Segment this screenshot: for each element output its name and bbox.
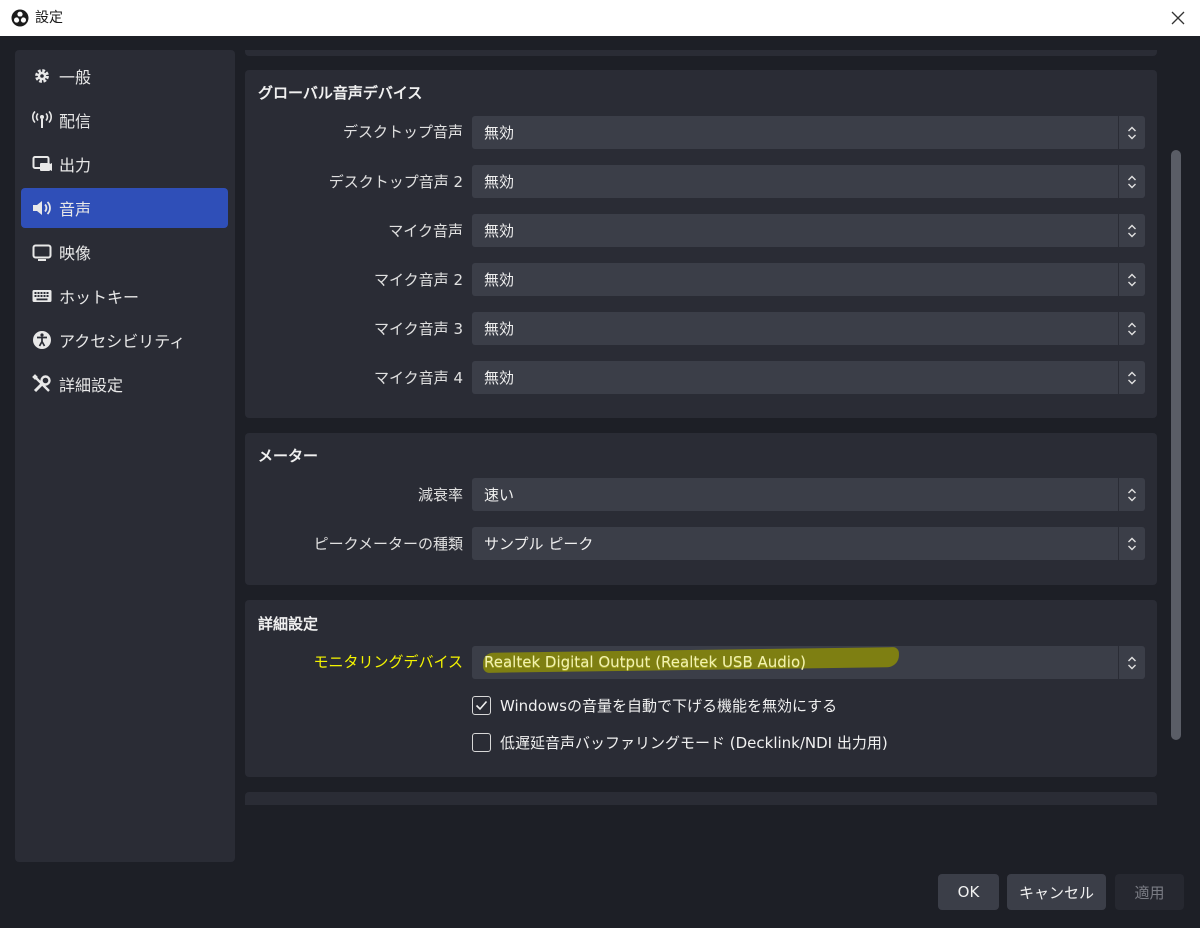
- sidebar-item-label: 映像: [59, 244, 92, 263]
- field-label: マイク音声 3: [373, 320, 463, 338]
- chevron-updown-icon: [1118, 646, 1145, 679]
- next-group: [245, 792, 1157, 805]
- chevron-updown-icon: [1118, 312, 1145, 345]
- sidebar-item-hotkeys[interactable]: ホットキー: [21, 276, 228, 316]
- field-label: 減衰率: [417, 486, 463, 504]
- field-label: デスクトップ音声: [342, 123, 463, 141]
- window-title: 設定: [35, 10, 63, 26]
- chevron-updown-icon: [1118, 527, 1145, 560]
- monitoring-device-value: Realtek Digital Output (Realtek USB Audi…: [484, 653, 806, 671]
- mic-audio-select[interactable]: 無効: [472, 214, 1145, 247]
- sidebar-item-accessibility[interactable]: アクセシビリティ: [21, 320, 228, 360]
- output-icon: [31, 153, 53, 175]
- sidebar-item-video[interactable]: 映像: [21, 232, 228, 272]
- accessibility-icon: [31, 329, 53, 351]
- ok-button[interactable]: OK: [938, 874, 999, 910]
- sidebar-item-label: 配信: [59, 112, 92, 131]
- peak-meter-type-select[interactable]: サンプル ピーク: [472, 527, 1145, 560]
- group-title: 詳細設定: [258, 615, 319, 633]
- broadcast-icon: [31, 109, 53, 131]
- check-icon: [475, 700, 488, 711]
- meter-group: メーター 減衰率 速い ピークメーターの種類 サンプル ピーク: [245, 433, 1157, 585]
- decay-rate-select[interactable]: 速い: [472, 478, 1145, 511]
- field-label: モニタリングデバイス: [313, 653, 463, 671]
- sidebar-item-label: 一般: [59, 68, 92, 87]
- close-icon: [1171, 11, 1185, 25]
- advanced-group: 詳細設定 モニタリングデバイス Realtek Digital Output (…: [245, 600, 1157, 777]
- sidebar-item-label: ホットキー: [59, 288, 140, 307]
- chevron-updown-icon: [1118, 361, 1145, 394]
- settings-window: 設定 一般 配信 出力 音声 映像 ホットキー アクセシビリティ 詳細設定 グロ…: [0, 0, 1200, 928]
- settings-content[interactable]: グローバル音声デバイス デスクトップ音声 無効 デスクトップ音声 2 無効 マイ…: [245, 50, 1157, 805]
- low-latency-buffering-checkbox[interactable]: 低遅延音声バッファリングモード (Decklink/NDI 出力用): [472, 732, 888, 753]
- field-label: マイク音声 2: [373, 271, 463, 289]
- sidebar-item-general[interactable]: 一般: [21, 56, 228, 96]
- previous-group: [245, 50, 1157, 56]
- global-audio-group: グローバル音声デバイス デスクトップ音声 無効 デスクトップ音声 2 無効 マイ…: [245, 70, 1157, 418]
- desktop-audio-2-select[interactable]: 無効: [472, 165, 1145, 198]
- monitor-icon: [31, 241, 53, 263]
- field-label: マイク音声: [388, 222, 463, 240]
- cancel-button[interactable]: キャンセル: [1007, 874, 1106, 910]
- sidebar-item-output[interactable]: 出力: [21, 144, 228, 184]
- sidebar-item-label: 出力: [59, 156, 92, 175]
- scrollbar-thumb[interactable]: [1171, 150, 1181, 740]
- apply-button[interactable]: 適用: [1115, 874, 1184, 910]
- sidebar-item-advanced[interactable]: 詳細設定: [21, 364, 228, 404]
- mic-audio-2-select[interactable]: 無効: [472, 263, 1145, 296]
- field-label: デスクトップ音声 2: [328, 173, 463, 191]
- desktop-audio-select[interactable]: 無効: [472, 116, 1145, 149]
- mic-audio-4-select[interactable]: 無効: [472, 361, 1145, 394]
- vertical-scrollbar[interactable]: [1170, 50, 1182, 862]
- sidebar-item-stream[interactable]: 配信: [21, 100, 228, 140]
- disable-ducking-checkbox[interactable]: Windowsの音量を自動で下げる機能を無効にする: [472, 695, 837, 716]
- sidebar-item-label: アクセシビリティ: [59, 332, 186, 351]
- checkbox-checked[interactable]: [472, 696, 491, 715]
- tools-icon: [31, 373, 53, 395]
- speaker-icon: [31, 197, 53, 219]
- keyboard-icon: [31, 285, 53, 307]
- group-title: グローバル音声デバイス: [258, 84, 423, 102]
- mic-audio-3-select[interactable]: 無効: [472, 312, 1145, 345]
- title-bar: 設定: [0, 0, 1200, 36]
- sidebar-item-audio[interactable]: 音声: [21, 188, 228, 228]
- sidebar-item-label: 詳細設定: [59, 376, 124, 395]
- group-title: メーター: [258, 447, 319, 465]
- close-button[interactable]: [1166, 6, 1190, 30]
- chevron-updown-icon: [1118, 214, 1145, 247]
- gear-icon: [31, 65, 53, 87]
- chevron-updown-icon: [1118, 116, 1145, 149]
- sidebar-item-label: 音声: [59, 200, 92, 219]
- settings-sidebar: 一般 配信 出力 音声 映像 ホットキー アクセシビリティ 詳細設定: [15, 50, 235, 862]
- chevron-updown-icon: [1118, 165, 1145, 198]
- chevron-updown-icon: [1118, 478, 1145, 511]
- field-label: マイク音声 4: [373, 369, 463, 387]
- checkbox-unchecked[interactable]: [472, 733, 491, 752]
- obs-logo-icon: [11, 9, 29, 27]
- field-label: ピークメーターの種類: [313, 535, 463, 553]
- chevron-updown-icon: [1118, 263, 1145, 296]
